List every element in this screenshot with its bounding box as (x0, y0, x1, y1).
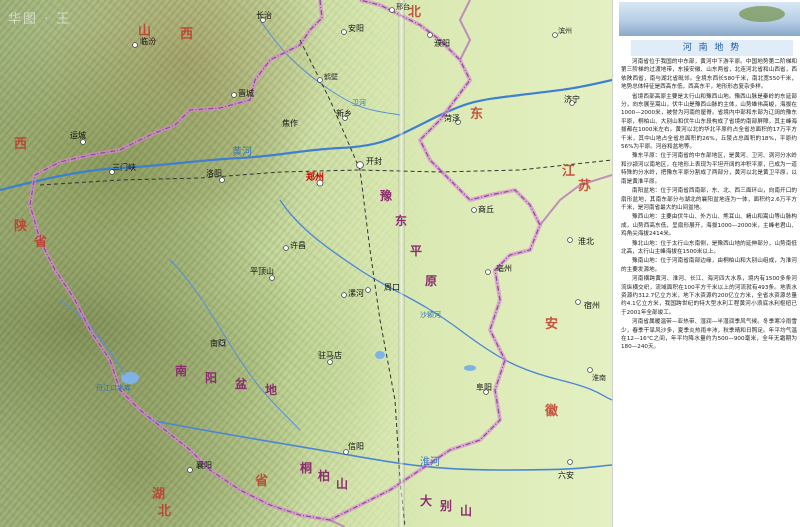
region-label: 苏 (578, 179, 592, 194)
area-label: 桐 (300, 461, 313, 475)
city-label: 焦作 (282, 119, 298, 128)
header-photo-land (739, 6, 785, 22)
sidebar-paragraph: 豫西山地：主要由伏牛山、外方山、熊耳山、崤山和嵩山等山脉构成，山势西高东低，呈扇… (621, 214, 797, 238)
area-label: 山 (336, 477, 349, 491)
area-label: 原 (425, 274, 438, 288)
city-label: 新乡 (336, 109, 352, 118)
city-label: 菏泽 (444, 114, 460, 123)
region-label: 东 (470, 107, 484, 122)
watermark-text: 华图 · 王 (8, 12, 72, 27)
henan-boundary-line (29, 0, 541, 521)
region-label: 湖 (152, 487, 166, 502)
city-label: 淮南 (592, 374, 606, 382)
sidebar-paragraph: 豫东平原：位于河南省的中东部地区，是黄河、卫河、涡河分水岭和沙颍河以南地区，在地… (621, 153, 797, 185)
area-label: 平 (410, 244, 423, 258)
region-label: 西 (14, 137, 28, 152)
area-label: 大 (420, 494, 433, 508)
sidebar-paragraph: 河南省属暖温带—亚热带、湿润—半湿润季风气候。冬季寒冷雨雪少，春季干旱风沙多，夏… (621, 319, 797, 351)
sidebar-paragraph: 省境西部高原主要是太行山和豫西山地。豫西山脉是秦岭的东延部分，向东展至嵩山，伏牛… (621, 93, 797, 151)
region-label: 安 (545, 317, 559, 332)
river-line (259, 19, 401, 116)
city-label: 滨州 (558, 27, 572, 35)
province-border-line (329, 519, 346, 527)
henan-relief-map: 西 北 东 江 苏 安 徽 山 西 湖 北 省 陕 省 南 阳 盆 地 豫 东 … (0, 0, 612, 527)
city-label: 南阳 (210, 339, 226, 348)
region-label: 省 (34, 235, 48, 250)
city-label: 淮北 (578, 237, 594, 246)
region-label: 徽 (545, 404, 559, 419)
city-label: 襄阳 (196, 461, 212, 470)
city-label: 阜阳 (476, 383, 492, 392)
city-label: 临汾 (140, 37, 156, 46)
area-label: 地 (265, 383, 278, 397)
area-label: 豫 (380, 189, 393, 203)
city-label: 济宁 (564, 95, 580, 104)
city-label: 洛阳 (206, 169, 222, 178)
city-label: 运城 (70, 131, 86, 140)
city-label: 安阳 (348, 24, 364, 33)
sidebar-paragraph: 河南省位于我国的中东部，黄河中下游平原。中国地势第二阶梯和第三阶梯的过渡地带，东… (621, 59, 797, 91)
sidebar-title: 河 南 地 势 (631, 40, 793, 56)
city-label: 商丘 (478, 205, 494, 214)
city-label: 信阳 (348, 442, 364, 451)
city-label: 三门峡 (112, 163, 136, 172)
city-label: 许昌 (290, 241, 306, 250)
city-label: 宿州 (584, 301, 600, 310)
city-label: 长治 (256, 11, 272, 20)
city-label: 开封 (366, 157, 382, 166)
city-label: 周口 (384, 283, 400, 292)
atlas-spread: 西 北 东 江 苏 安 徽 山 西 湖 北 省 陕 省 南 阳 盆 地 豫 东 … (0, 0, 800, 527)
river-line (59, 299, 126, 376)
city-label: 平顶山 (250, 267, 274, 276)
city-label: 鹤壁 (324, 73, 338, 81)
region-label: 北 (158, 504, 172, 519)
city-label: 驻马店 (318, 351, 342, 360)
water-label: 淮河 (420, 457, 440, 468)
sidebar-paragraph: 豫北山地：位于太行山东南侧，是豫西山地的延伸部分，山势南低北高，太行山主峰海拔在… (621, 240, 797, 255)
sidebar-paragraph: 南阳盆地：位于河南省西南部，东、北、西三面环山，向南开口的扇形盆地，其南东部分与… (621, 188, 797, 211)
sidebar-paragraph: 豫南山地：位于河南省南部边缘，由桐柏山和大别山组成，为淮河的主要发源地。 (621, 258, 797, 273)
water-label: 卫河 (352, 99, 366, 107)
shaying-river-line (279, 199, 612, 401)
lake-shape (464, 365, 476, 371)
city-label: 邢台 (396, 3, 410, 11)
water-label: 丹江口水库 (96, 384, 131, 392)
city-label: 漯河 (348, 289, 364, 298)
city-label: 郑州 (306, 173, 325, 183)
area-label: 别 (440, 499, 453, 513)
water-label: 沙颍河 (420, 311, 441, 319)
area-label: 盆 (235, 377, 248, 391)
city-label: 濮阳 (434, 39, 450, 48)
area-label: 东 (395, 214, 408, 228)
area-label: 柏 (318, 469, 331, 483)
lake-shape (375, 351, 385, 359)
sidebar-body: 河南省位于我国的中东部，黄河中下游平原。中国地势第二阶梯和第三阶梯的过渡地带，东… (621, 58, 797, 524)
region-label: 江 (562, 164, 576, 179)
henan-boundary-glow (27, 0, 543, 523)
city-label: 六安 (558, 471, 574, 480)
region-label: 陕 (14, 219, 28, 234)
area-label: 山 (460, 504, 473, 518)
page-fold (398, 0, 405, 527)
water-label: 黄河 (232, 147, 252, 158)
area-label: 南 (175, 364, 188, 378)
river-line (169, 259, 301, 431)
city-label: 晋城 (238, 89, 254, 98)
city-label: 亳州 (496, 264, 512, 273)
huai-river-line (149, 419, 612, 471)
province-border-line (539, 174, 612, 226)
info-sidebar: 河 南 地 势 河南省位于我国的中东部，黄河中下游平原。中国地势第二阶梯和第三阶… (612, 0, 800, 527)
sidebar-paragraph: 河南横跨黄河、淮河、长江、海河四大水系，境内有1500多条河流纵横交织，流域面积… (621, 276, 797, 316)
area-label: 阳 (205, 371, 218, 385)
map-vectors (0, 0, 612, 527)
region-label: 西 (180, 27, 194, 42)
province-border-line (458, 0, 472, 61)
header-photo (619, 2, 800, 36)
region-label: 省 (255, 474, 269, 489)
